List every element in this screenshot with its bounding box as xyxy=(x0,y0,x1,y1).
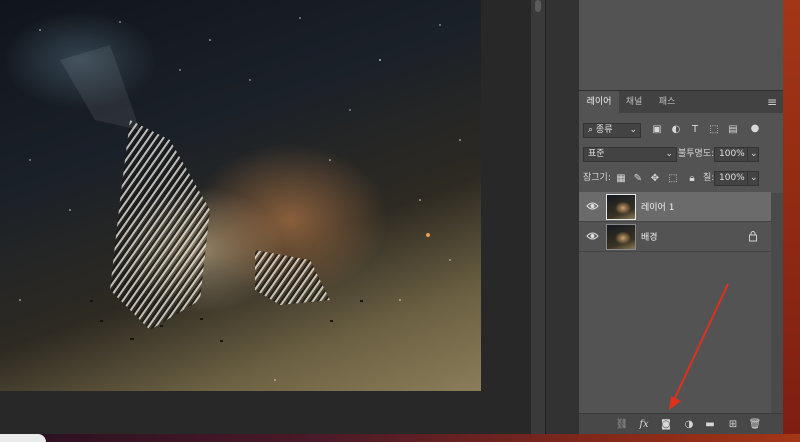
layer-thumbnail xyxy=(606,224,636,250)
taskbar xyxy=(0,434,800,442)
lock-position-icon[interactable]: ✥ xyxy=(649,173,661,185)
lock-artboard-icon[interactable]: ⬚ xyxy=(667,173,679,185)
layer-row-layer-1[interactable]: 레이어 1 xyxy=(579,192,771,222)
smart-object-filter-icon[interactable]: ▤ xyxy=(727,124,739,136)
search-icon: ⌕ xyxy=(588,125,594,135)
filter-kind-label: 종류 xyxy=(595,125,613,135)
trash-icon[interactable]: 🗑︎ xyxy=(748,419,762,431)
filter-kind-dropdown[interactable]: ⌕ 종류 ⌄ xyxy=(583,123,641,138)
filter-toggle-icon[interactable]: ● xyxy=(749,123,761,135)
chevron-down-icon: ⌄ xyxy=(665,149,673,159)
adjustment-filter-icon[interactable]: ◐ xyxy=(670,124,682,136)
opacity-label: 불투명도: xyxy=(678,149,715,159)
mask-icon[interactable]: ◙ xyxy=(659,419,673,431)
document-canvas[interactable] xyxy=(0,0,531,434)
adjustment-icon[interactable]: ◑ xyxy=(682,419,696,431)
new-layer-icon[interactable]: ⊞ xyxy=(726,419,740,431)
lock-row: 잠그기: ▦ ✎ ✥ ⬚ 🔒︎ 칠: 100% ⌄ xyxy=(579,171,783,187)
opacity-field[interactable]: 100% xyxy=(714,147,748,162)
tab-layers[interactable]: 레이어 xyxy=(579,91,619,113)
desktop-background-edge xyxy=(783,0,800,434)
filter-row: ⌕ 종류 ⌄ ▣ ◐ T ⬚ ▤ ● xyxy=(579,123,783,139)
fill-dropdown-icon[interactable]: ⌄ xyxy=(747,171,759,186)
chevron-down-icon: ⌄ xyxy=(629,125,637,135)
scrollbar-thumb[interactable] xyxy=(535,0,541,12)
lock-transparent-icon[interactable]: ▦ xyxy=(615,173,627,185)
taskbar-widget[interactable] xyxy=(0,434,46,442)
link-icon[interactable]: ⛓ xyxy=(615,419,629,431)
layer-thumbnail xyxy=(606,194,636,220)
fx-icon[interactable]: fx xyxy=(637,419,651,431)
fill-label: 칠: xyxy=(703,173,715,183)
panel-menu-icon[interactable]: ≡ xyxy=(765,95,779,109)
milky-way-photo[interactable] xyxy=(0,0,481,391)
folder-icon[interactable]: ▬ xyxy=(703,419,717,431)
photo-detail xyxy=(19,17,461,381)
blend-mode-value: 표준 xyxy=(588,149,605,159)
layers-panel: 레이어 채널 패스 ≡ ⌕ 종류 ⌄ ▣ ◐ T ⬚ ▤ ● 표준 ⌄ 불투명도… xyxy=(579,90,783,436)
canvas-vertical-scrollbar[interactable] xyxy=(531,0,545,434)
eye-icon[interactable] xyxy=(586,231,599,241)
opacity-dropdown-icon[interactable]: ⌄ xyxy=(747,147,759,162)
pixel-filter-icon[interactable]: ▣ xyxy=(651,124,663,136)
shape-filter-icon[interactable]: ⬚ xyxy=(708,124,720,136)
lock-icon xyxy=(749,231,757,242)
tab-channels[interactable]: 채널 xyxy=(619,91,649,113)
layer-name[interactable]: 레이어 1 xyxy=(641,200,674,213)
lock-all-icon[interactable]: 🔒︎ xyxy=(686,173,698,185)
blend-row: 표준 ⌄ 불투명도: 100% ⌄ xyxy=(579,147,783,163)
panel-dock-strip xyxy=(545,0,579,434)
fill-field[interactable]: 100% xyxy=(714,171,748,186)
layers-bottom-bar: ⛓ fx ◙ ◑ ▬ ⊞ 🗑︎ xyxy=(579,413,783,436)
layer-name[interactable]: 배경 xyxy=(641,230,658,243)
type-filter-icon[interactable]: T xyxy=(689,124,701,136)
blend-mode-dropdown[interactable]: 표준 ⌄ xyxy=(583,147,677,162)
layers-scrollbar[interactable] xyxy=(771,193,783,413)
lock-label: 잠그기: xyxy=(583,173,611,183)
panel-tabs: 레이어 채널 패스 ≡ xyxy=(579,91,783,113)
upper-panel-area xyxy=(579,0,783,90)
tab-paths[interactable]: 패스 xyxy=(651,91,683,113)
lock-image-icon[interactable]: ✎ xyxy=(632,173,644,185)
eye-icon[interactable] xyxy=(586,201,599,211)
layer-row-background[interactable]: 배경 xyxy=(579,222,771,252)
